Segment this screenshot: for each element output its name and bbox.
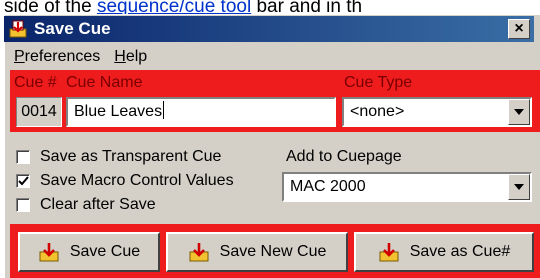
chevron-down-icon — [514, 109, 524, 115]
clear-label: Clear after Save — [40, 196, 156, 213]
cue-type-header: Cue Type — [344, 74, 413, 91]
save-as-cue-number-button[interactable]: Save as Cue# — [354, 232, 534, 272]
save-cue-icon — [9, 20, 27, 38]
cuepage-value: MAC 2000 — [290, 178, 366, 195]
cue-name-input[interactable]: Blue Leaves — [66, 97, 336, 127]
title-bar[interactable]: Save Cue × — [4, 16, 534, 42]
menu-preferences[interactable]: Preferences — [14, 48, 100, 68]
macro-option[interactable]: Save Macro Control Values — [16, 172, 234, 190]
text-caret — [163, 101, 165, 119]
macro-label: Save Macro Control Values — [40, 172, 234, 189]
menu-bar: Preferences Help — [14, 48, 147, 68]
cuepage-dropdown-button[interactable] — [508, 174, 530, 200]
cue-type-select[interactable]: <none> — [342, 97, 532, 127]
close-icon: × — [514, 20, 524, 37]
transparent-label: Save as Transparent Cue — [40, 148, 222, 165]
chevron-down-icon — [514, 184, 524, 190]
macro-checkbox[interactable] — [16, 174, 30, 188]
save-as-cue-number-label: Save as Cue# — [409, 243, 511, 260]
save-new-cue-label: Save New Cue — [219, 243, 327, 260]
cue-number-field: 0014 — [16, 97, 62, 127]
save-arrow-icon — [379, 243, 399, 262]
checkmark-icon — [18, 176, 29, 186]
cue-name-value: Blue Leaves — [74, 103, 163, 120]
cue-number-header: Cue # — [14, 74, 57, 91]
transparent-checkbox[interactable] — [16, 150, 30, 164]
window-title: Save Cue — [34, 19, 111, 38]
cuepage-select[interactable]: MAC 2000 — [282, 172, 532, 202]
cue-type-value: <none> — [350, 103, 405, 120]
save-cue-label: Save Cue — [69, 243, 141, 260]
cuepage-label: Add to Cuepage — [286, 148, 402, 165]
cue-name-header: Cue Name — [66, 74, 143, 91]
close-button[interactable]: × — [508, 19, 530, 39]
save-new-cue-button[interactable]: Save New Cue — [166, 232, 348, 272]
menu-help[interactable]: Help — [114, 48, 147, 68]
transparent-option[interactable]: Save as Transparent Cue — [16, 148, 221, 166]
clear-option[interactable]: Clear after Save — [16, 196, 156, 214]
clear-checkbox[interactable] — [16, 198, 30, 212]
cue-type-dropdown-button[interactable] — [508, 99, 530, 125]
save-arrow-icon — [39, 243, 59, 262]
save-cue-button[interactable]: Save Cue — [18, 232, 160, 272]
save-arrow-icon — [189, 243, 209, 262]
